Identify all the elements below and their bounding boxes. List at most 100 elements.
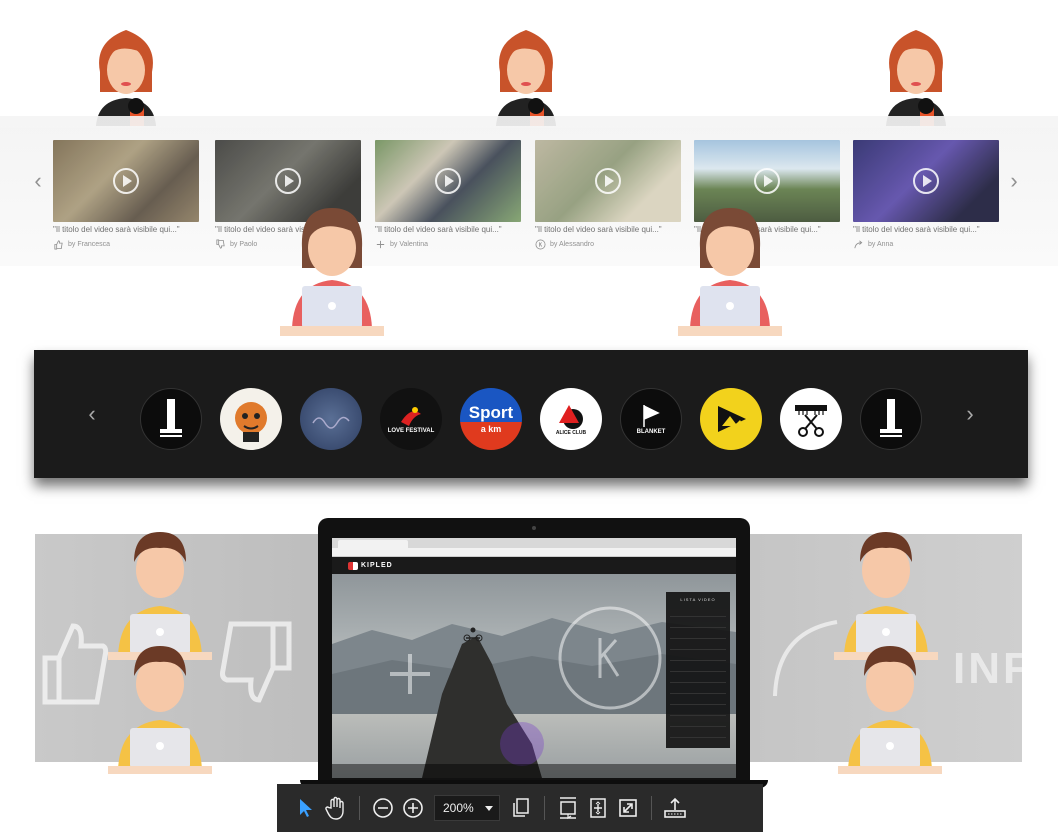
- play-icon[interactable]: [595, 168, 621, 194]
- video-title[interactable]: "Il titolo del video sarà visibile qui..…: [375, 225, 521, 234]
- playlist-item[interactable]: [670, 628, 726, 639]
- playlist-item[interactable]: [670, 727, 726, 738]
- browser-tab[interactable]: [338, 540, 408, 548]
- video-author: by Alessandro: [550, 241, 594, 248]
- playlist-item[interactable]: [670, 716, 726, 727]
- video-carousel: ‹ › "Il titolo del video sarà visibile q…: [0, 116, 1058, 266]
- brand-carousel: ‹ › LOVE FESTIVAL Sport a km ALICE CLUB …: [34, 350, 1028, 478]
- zoom-in-button[interactable]: [398, 793, 428, 823]
- viewer-avatar-3: [108, 532, 212, 660]
- playlist-item[interactable]: [670, 672, 726, 683]
- video-card[interactable]: "Il titolo del video sarà visibile qui..…: [853, 140, 999, 250]
- video-title[interactable]: "Il titolo del video sarà visibile qui..…: [53, 225, 199, 234]
- playlist-item[interactable]: [670, 639, 726, 650]
- select-tool-button[interactable]: [291, 793, 321, 823]
- zoom-level-select[interactable]: 200%: [434, 795, 500, 821]
- kipled-mark-icon: [348, 561, 358, 570]
- site-logo[interactable]: KIPLED: [348, 561, 393, 570]
- viewer-avatar-2: [678, 208, 782, 336]
- presenter-avatar-1: [96, 30, 156, 126]
- viewer-avatar-6: [838, 646, 942, 774]
- expand-icon: [619, 799, 637, 817]
- tower-logo-icon: [880, 399, 902, 437]
- play-icon[interactable]: [113, 168, 139, 194]
- pointer-arrow-icon: [300, 799, 312, 817]
- playlist-item[interactable]: [670, 617, 726, 628]
- minus-circle-icon: [373, 798, 393, 818]
- brand-logo-blanket[interactable]: BLANKET: [620, 388, 682, 450]
- player-controls[interactable]: [332, 764, 736, 778]
- video-title[interactable]: "Il titolo del video sarà visibile qui..…: [853, 225, 999, 234]
- brand-logo-play[interactable]: [700, 388, 762, 450]
- video-card[interactable]: "Il titolo del video sarà visibile qui..…: [375, 140, 521, 250]
- site-header: KIPLED: [332, 557, 736, 574]
- brand-logo-barber[interactable]: [780, 388, 842, 450]
- playlist-title: LISTA VIDEO: [680, 597, 716, 602]
- video-thumbnail[interactable]: [53, 140, 199, 222]
- video-thumbnail[interactable]: [535, 140, 681, 222]
- k-circle-icon[interactable]: [535, 239, 546, 250]
- play-icon[interactable]: [754, 168, 780, 194]
- playlist-item[interactable]: [670, 683, 726, 694]
- brand-logo-sport[interactable]: Sport a km: [460, 388, 522, 450]
- video-title[interactable]: "Il titolo del video sarà visibile qui..…: [535, 225, 681, 234]
- video-thumbnail[interactable]: [375, 140, 521, 222]
- laptop-mockup: KIPLED LISTA VIDEO: [318, 518, 750, 784]
- playlist-item[interactable]: [670, 694, 726, 705]
- video-thumbnail[interactable]: [853, 140, 999, 222]
- playlist-item[interactable]: [670, 661, 726, 672]
- play-icon[interactable]: [275, 168, 301, 194]
- fit-width-button[interactable]: [553, 793, 583, 823]
- dancer-logo-icon: [401, 407, 421, 426]
- actual-size-button[interactable]: [583, 793, 613, 823]
- chevron-down-icon: [485, 805, 493, 811]
- video-card[interactable]: "Il titolo del video sarà visibile qui..…: [535, 140, 681, 250]
- document-toolbar: 200%: [277, 784, 763, 832]
- play-mountain-logo-icon: [718, 406, 746, 432]
- hand-tool-button[interactable]: [321, 793, 351, 823]
- fullscreen-button[interactable]: [613, 793, 643, 823]
- arabic-script-logo-icon: [312, 416, 350, 429]
- zoom-level-value: 200%: [443, 801, 474, 815]
- hand-icon: [325, 796, 344, 820]
- video-card[interactable]: "Il titolo del video sarà visibile qui..…: [53, 140, 199, 250]
- illustrated-face-icon: [235, 402, 267, 442]
- upload-button[interactable]: [660, 793, 690, 823]
- fit-page-icon: [560, 797, 576, 820]
- playlist-item[interactable]: [670, 606, 726, 617]
- tower-logo-icon: [160, 399, 182, 437]
- browser-tab-strip: [332, 538, 736, 548]
- playlist-item[interactable]: [670, 650, 726, 661]
- presenter-avatar-2: [496, 30, 556, 126]
- video-author: by Valentina: [390, 241, 429, 248]
- carousel-prev-arrow[interactable]: ‹: [28, 168, 48, 194]
- upload-tray-icon: [664, 797, 686, 818]
- playlist-item[interactable]: [670, 705, 726, 716]
- play-icon[interactable]: [913, 168, 939, 194]
- brand-logo-10[interactable]: [860, 388, 922, 450]
- brand-logo-1[interactable]: [140, 388, 202, 450]
- page-thumbnails-button[interactable]: [506, 793, 536, 823]
- brand-prev-arrow[interactable]: ‹: [82, 402, 102, 426]
- thumbs-up-icon[interactable]: [53, 239, 64, 250]
- browser-address-bar[interactable]: [332, 548, 736, 557]
- share-icon[interactable]: [853, 239, 864, 250]
- webcam-dot: [532, 526, 536, 530]
- brand-logo-3[interactable]: [300, 388, 362, 450]
- thumbs-down-outline-icon: [220, 621, 292, 703]
- toolbar-divider: [544, 796, 545, 820]
- brand-logo-2[interactable]: [220, 388, 282, 450]
- brand-next-arrow[interactable]: ›: [960, 402, 980, 426]
- thumbs-down-icon[interactable]: [215, 239, 226, 250]
- play-icon[interactable]: [435, 168, 461, 194]
- center-page-icon: [590, 798, 606, 818]
- video-author: by Francesca: [68, 241, 111, 248]
- zoom-out-button[interactable]: [368, 793, 398, 823]
- carousel-next-arrow[interactable]: ›: [1004, 168, 1024, 194]
- toolbar-divider: [651, 796, 652, 820]
- video-playlist-panel: LISTA VIDEO: [666, 592, 730, 748]
- brand-logo-love-festival[interactable]: LOVE FESTIVAL: [380, 388, 442, 450]
- flag-logo-icon: [643, 405, 660, 427]
- brand-logo-alice-club[interactable]: ALICE CLUB: [540, 388, 602, 450]
- thumbs-up-outline-icon: [42, 623, 109, 705]
